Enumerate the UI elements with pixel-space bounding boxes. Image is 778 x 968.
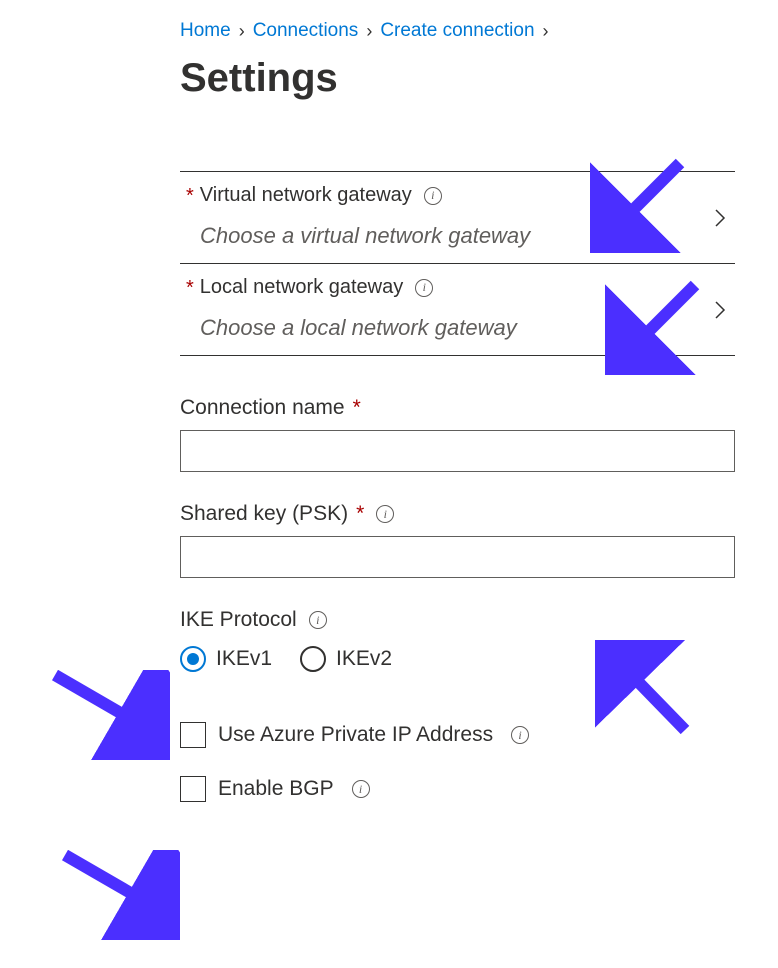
private-ip-checkbox-row: Use Azure Private IP Address i (180, 722, 778, 748)
breadcrumb-create-connection[interactable]: Create connection (380, 20, 534, 42)
ike-radio-ikev2[interactable]: IKEv2 (300, 646, 392, 672)
chevron-right-icon: › (366, 21, 372, 42)
vng-label: Virtual network gateway (200, 184, 412, 207)
info-icon[interactable]: i (511, 726, 529, 744)
virtual-network-gateway-picker[interactable]: * Virtual network gateway i Choose a vir… (180, 171, 735, 264)
lng-placeholder: Choose a local network gateway (180, 315, 735, 341)
ike-radio-ikev1[interactable]: IKEv1 (180, 646, 272, 672)
required-indicator: * (353, 396, 361, 420)
local-network-gateway-picker[interactable]: * Local network gateway i Choose a local… (180, 264, 735, 356)
radio-icon-unselected (300, 646, 326, 672)
bgp-label: Enable BGP (218, 777, 334, 801)
psk-label: Shared key (PSK) (180, 502, 348, 526)
info-icon[interactable]: i (424, 187, 442, 205)
info-icon[interactable]: i (309, 611, 327, 629)
bgp-checkbox-row: Enable BGP i (180, 776, 778, 802)
private-ip-checkbox[interactable] (180, 722, 206, 748)
chevron-right-icon (713, 300, 727, 320)
psk-input[interactable] (180, 536, 735, 578)
annotation-arrow-icon (60, 850, 180, 940)
chevron-right-icon: › (239, 21, 245, 42)
required-indicator: * (186, 186, 194, 206)
connection-name-label: Connection name (180, 396, 345, 420)
psk-field: Shared key (PSK) * i (180, 502, 735, 578)
vng-placeholder: Choose a virtual network gateway (180, 223, 735, 249)
info-icon[interactable]: i (376, 505, 394, 523)
annotation-arrow-icon (50, 670, 170, 760)
chevron-right-icon (713, 208, 727, 228)
breadcrumb-connections[interactable]: Connections (253, 20, 359, 42)
lng-label: Local network gateway (200, 276, 403, 299)
info-icon[interactable]: i (352, 780, 370, 798)
connection-name-input[interactable] (180, 430, 735, 472)
private-ip-label: Use Azure Private IP Address (218, 723, 493, 747)
required-indicator: * (186, 278, 194, 298)
ike-protocol-field: IKE Protocol i IKEv1 IKEv2 (180, 608, 735, 672)
page-title: Settings (180, 56, 778, 101)
ike-radio-label: IKEv1 (216, 647, 272, 671)
chevron-right-icon: › (543, 21, 549, 42)
radio-icon-selected (180, 646, 206, 672)
bgp-checkbox[interactable] (180, 776, 206, 802)
connection-name-field: Connection name * (180, 396, 735, 472)
breadcrumb: Home › Connections › Create connection › (180, 20, 778, 42)
breadcrumb-home[interactable]: Home (180, 20, 231, 42)
ike-radio-label: IKEv2 (336, 647, 392, 671)
info-icon[interactable]: i (415, 279, 433, 297)
required-indicator: * (356, 502, 364, 526)
ike-protocol-label: IKE Protocol (180, 608, 297, 632)
